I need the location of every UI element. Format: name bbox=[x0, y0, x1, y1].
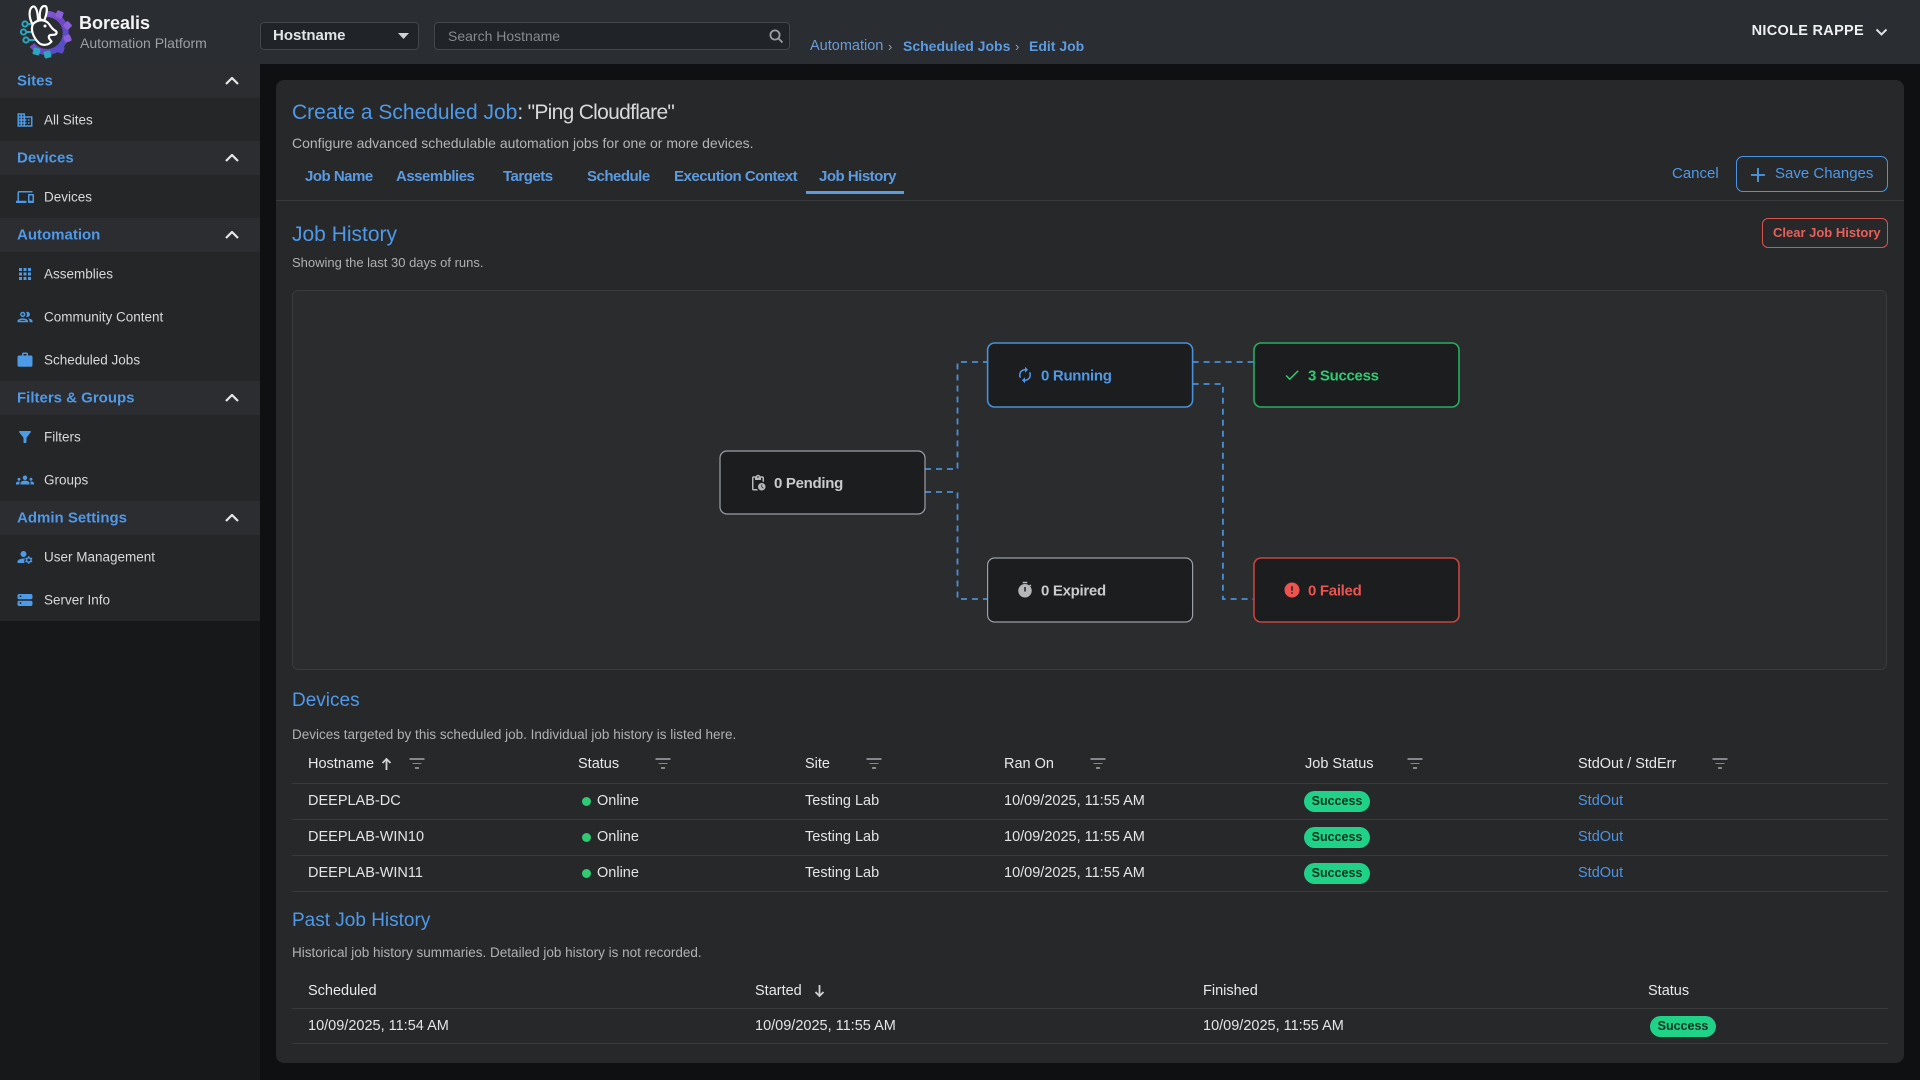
svg-text:0 Failed: 0 Failed bbox=[1308, 583, 1362, 600]
svg-text:3 Success: 3 Success bbox=[1308, 368, 1379, 385]
svg-text:0 Expired: 0 Expired bbox=[1041, 583, 1106, 600]
svg-text:0 Running: 0 Running bbox=[1041, 368, 1112, 385]
svg-text:0 Pending: 0 Pending bbox=[774, 475, 843, 492]
